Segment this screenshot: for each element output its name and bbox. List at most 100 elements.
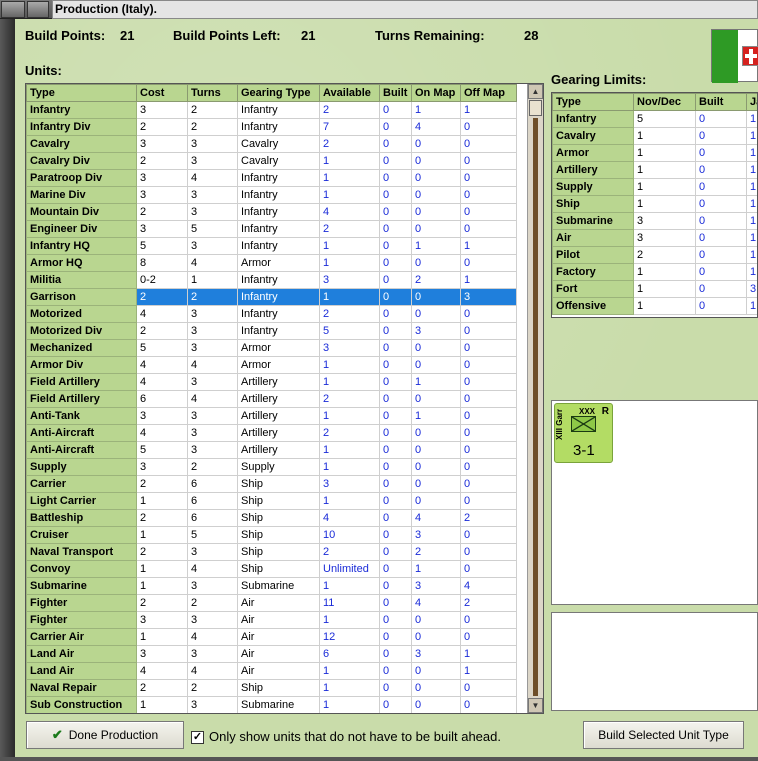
unit-cell: 0 (411, 220, 461, 238)
unit-row[interactable]: Light Carrier 1 6 Ship 1 0 0 0 (26, 492, 517, 510)
unit-row[interactable]: Carrier 2 6 Ship 3 0 0 0 (26, 475, 517, 493)
unit-row[interactable]: Fighter 3 3 Air 1 0 0 0 (26, 611, 517, 629)
unit-row[interactable]: Anti-Aircraft 5 3 Artillery 1 0 0 0 (26, 441, 517, 459)
unit-cell: 1 (319, 288, 380, 306)
unit-cell: Air (237, 611, 320, 629)
units-column-header[interactable]: Off Map (460, 84, 517, 102)
scroll-down-icon[interactable]: ▼ (528, 698, 543, 713)
unit-cell: 1 (319, 577, 380, 595)
unit-cell: 2 (136, 679, 188, 697)
unit-cell: 2 (136, 288, 188, 306)
done-production-button[interactable]: ✔ Done Production (26, 721, 184, 749)
unit-row[interactable]: Convoy 1 4 Ship Unlimited 0 1 0 (26, 560, 517, 578)
unit-cell: Artillery (237, 407, 320, 425)
unit-row[interactable]: Naval Transport 2 3 Ship 2 0 2 0 (26, 543, 517, 561)
scroll-thumb[interactable] (529, 100, 542, 116)
unit-cell: 4 (187, 169, 238, 187)
unit-cell: 0 (379, 390, 412, 408)
gearing-cell: 1 (746, 297, 757, 315)
unit-row[interactable]: Field Artillery 6 4 Artillery 2 0 0 0 (26, 390, 517, 408)
unit-row[interactable]: Land Air 3 3 Air 6 0 3 1 (26, 645, 517, 663)
unit-row[interactable]: Cruiser 1 5 Ship 10 0 3 0 (26, 526, 517, 544)
unit-counter[interactable]: XXX R XIII Garr 3-1 (554, 403, 613, 463)
unit-row[interactable]: Cavalry 3 3 Cavalry 2 0 0 0 (26, 135, 517, 153)
unit-cell: 2 (136, 152, 188, 170)
unit-row[interactable]: Infantry Div 2 2 Infantry 7 0 4 0 (26, 118, 517, 136)
scroll-track[interactable] (533, 118, 538, 696)
gearing-cell: 0 (695, 195, 747, 213)
unit-cell: Submarine (237, 696, 320, 713)
unit-row[interactable]: Motorized Div 2 3 Infantry 5 0 3 0 (26, 322, 517, 340)
unit-cell: 0 (460, 407, 517, 425)
unit-cell: 3 (460, 288, 517, 306)
unit-row[interactable]: Supply 3 2 Supply 1 0 0 0 (26, 458, 517, 476)
scroll-up-icon[interactable]: ▲ (528, 84, 543, 99)
unit-type-cell: Armor HQ (26, 254, 137, 272)
unit-row[interactable]: Cavalry Div 2 3 Cavalry 1 0 0 0 (26, 152, 517, 170)
units-column-header[interactable]: Gearing Type (237, 84, 320, 102)
unit-cell: 4 (187, 254, 238, 272)
units-scrollbar[interactable]: ▲ ▼ (527, 84, 543, 713)
unit-row[interactable]: Engineer Div 3 5 Infantry 2 0 0 0 (26, 220, 517, 238)
unit-type-cell: Convoy (26, 560, 137, 578)
unit-row[interactable]: Mountain Div 2 3 Infantry 4 0 0 0 (26, 203, 517, 221)
unit-row[interactable]: Armor Div 4 4 Armor 1 0 0 0 (26, 356, 517, 374)
unit-row[interactable]: Battleship 2 6 Ship 4 0 4 2 (26, 509, 517, 527)
gearing-type-cell: Fort (552, 280, 634, 298)
units-column-header[interactable]: Built (379, 84, 412, 102)
unit-cell: 0 (379, 339, 412, 357)
unit-row[interactable]: Fighter 2 2 Air 11 0 4 2 (26, 594, 517, 612)
unit-row[interactable]: Marine Div 3 3 Infantry 1 0 0 0 (26, 186, 517, 204)
units-column-header[interactable]: Available (319, 84, 380, 102)
unit-cell: Infantry (237, 322, 320, 340)
unit-row[interactable]: Submarine 1 3 Submarine 1 0 3 4 (26, 577, 517, 595)
unit-row[interactable]: Paratroop Div 3 4 Infantry 1 0 0 0 (26, 169, 517, 187)
build-selected-unit-button[interactable]: Build Selected Unit Type (583, 721, 744, 749)
units-column-header[interactable]: On Map (411, 84, 461, 102)
unit-row[interactable]: Carrier Air 1 4 Air 12 0 0 0 (26, 628, 517, 646)
gearing-cell: 1 (746, 195, 757, 213)
gearing-type-cell: Submarine (552, 212, 634, 230)
unit-cell: 3 (187, 645, 238, 663)
unit-row[interactable]: Anti-Aircraft 4 3 Artillery 2 0 0 0 (26, 424, 517, 442)
unit-cell: 0 (379, 594, 412, 612)
unit-row[interactable]: Anti-Tank 3 3 Artillery 1 0 1 0 (26, 407, 517, 425)
window-menu-button[interactable] (1, 1, 25, 18)
units-column-header[interactable]: Cost (136, 84, 188, 102)
window-minimize-button[interactable] (27, 1, 49, 18)
only-show-units-checkbox[interactable]: ✓ (191, 731, 204, 745)
unit-row[interactable]: Motorized 4 3 Infantry 2 0 0 0 (26, 305, 517, 323)
only-show-units-option[interactable]: ✓ Only show units that do not have to be … (191, 729, 501, 747)
gearing-type-cell: Infantry (552, 110, 634, 128)
unit-cell: 0 (411, 203, 461, 221)
unit-row[interactable]: Sub Construction 1 3 Submarine 1 0 0 0 (26, 696, 517, 713)
gearing-cell: 1 (633, 280, 696, 298)
unit-row[interactable]: Infantry 3 2 Infantry 2 0 1 1 (26, 101, 517, 119)
unit-cell: 2 (319, 424, 380, 442)
unit-row[interactable]: Militia 0-2 1 Infantry 3 0 2 1 (26, 271, 517, 289)
unit-row[interactable]: Naval Repair 2 2 Ship 1 0 0 0 (26, 679, 517, 697)
unit-cell: Infantry (237, 305, 320, 323)
unit-cell: Ship (237, 475, 320, 493)
gearing-cell: 1 (633, 161, 696, 179)
unit-cell: 6 (136, 390, 188, 408)
units-column-header[interactable]: Type (26, 84, 137, 102)
unit-row[interactable]: Garrison 2 2 Infantry 1 0 0 3 (26, 288, 517, 306)
unit-type-cell: Land Air (26, 645, 137, 663)
gearing-cell: 1 (633, 127, 696, 145)
unit-row[interactable]: Infantry HQ 5 3 Infantry 1 0 1 1 (26, 237, 517, 255)
unit-row[interactable]: Mechanized 5 3 Armor 3 0 0 0 (26, 339, 517, 357)
units-column-header[interactable]: Turns (187, 84, 238, 102)
unit-row[interactable]: Land Air 4 4 Air 1 0 0 1 (26, 662, 517, 680)
units-label: Units: (25, 63, 62, 78)
unit-cell: 1 (319, 441, 380, 459)
unit-cell: Infantry (237, 288, 320, 306)
unit-cell: 5 (136, 441, 188, 459)
unit-row[interactable]: Field Artillery 4 3 Artillery 1 0 1 0 (26, 373, 517, 391)
unit-cell: 0 (379, 492, 412, 510)
unit-cell: 1 (460, 645, 517, 663)
done-production-label: Done Production (68, 728, 159, 742)
unit-cell: 0 (460, 339, 517, 357)
unit-row[interactable]: Armor HQ 8 4 Armor 1 0 0 0 (26, 254, 517, 272)
unit-cell: 1 (319, 696, 380, 713)
